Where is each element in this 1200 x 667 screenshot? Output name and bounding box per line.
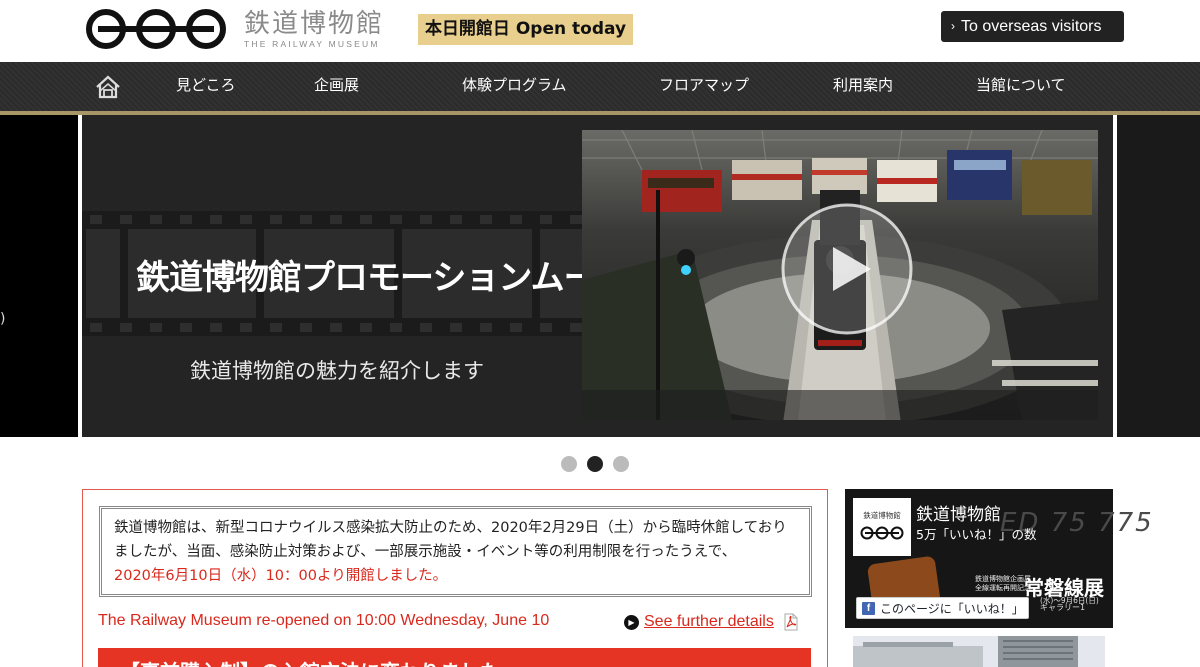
further-details-link[interactable]: ▶ See further details xyxy=(624,612,799,632)
facebook-profile-logo[interactable]: 鉄道博物館 xyxy=(853,498,911,556)
railway-museum-logo-icon xyxy=(860,526,904,540)
notice-japanese-text: 鉄道博物館は、新型コロナウイルス感染拡大防止のため、2020年2月29日（土）か… xyxy=(114,520,787,560)
facebook-like-button[interactable]: f このページに「いいね！」 xyxy=(856,597,1029,619)
slider-dot-1[interactable] xyxy=(561,456,577,472)
notice-reopen-date: 2020年6月10日（水）10：00より開館しました。 xyxy=(114,568,448,584)
building-thumbnail-image[interactable] xyxy=(853,636,1105,667)
facebook-logo-text: 鉄道博物館 xyxy=(863,511,901,520)
overseas-visitors-label: To overseas visitors xyxy=(961,18,1102,35)
previous-slide-text: ) xyxy=(0,311,6,327)
pdf-icon xyxy=(784,613,798,631)
arrow-right-icon: ▶ xyxy=(624,614,639,630)
exhibition-caption: 鉄道博物館企画展 全線運転再開記念 xyxy=(975,575,1031,592)
nav-item-about[interactable]: 当館について xyxy=(976,62,1066,111)
facebook-like-count: 5万「いいね！」の数 xyxy=(916,527,1037,542)
site-logo[interactable]: 鉄道博物館 THE RAILWAY MUSEUM xyxy=(82,6,392,52)
nav-item-exhibitions[interactable]: 企画展 xyxy=(314,62,359,111)
slider-dot-3[interactable] xyxy=(613,456,629,472)
slider-dot-2[interactable] xyxy=(587,456,603,472)
hero-slider: ) 鉄道博物館プロモーションムービー 鉄道博物館の魅力を紹介します xyxy=(0,115,1200,437)
nav-item-guide[interactable]: 利用案内 xyxy=(833,62,893,111)
overseas-visitors-button[interactable]: › To overseas visitors xyxy=(941,11,1124,42)
notice-text-box: 鉄道博物館は、新型コロナウイルス感染拡大防止のため、2020年2月29日（土）か… xyxy=(99,506,812,597)
nav-item-floor-map[interactable]: フロアマップ xyxy=(659,62,749,111)
gallery-label: ギャラリー1 xyxy=(1040,603,1086,612)
play-icon[interactable] xyxy=(777,199,917,339)
site-header: 鉄道博物館 THE RAILWAY MUSEUM 本日開館日 Open toda… xyxy=(0,0,1200,62)
further-details-label: See further details xyxy=(644,613,774,630)
advance-purchase-banner[interactable]: 【事前購入制】の入館方法に変わりました xyxy=(98,648,811,667)
railway-museum-logo-icon xyxy=(86,9,226,49)
promo-movie-subtitle: 鉄道博物館の魅力を紹介します xyxy=(190,359,484,383)
open-today-badge: 本日開館日 Open today xyxy=(418,14,633,45)
nav-item-highlights[interactable]: 見どころ xyxy=(176,62,236,111)
notice-english-text: The Railway Museum re-opened on 10:00 We… xyxy=(98,612,550,629)
facebook-like-label: このページに「いいね！」 xyxy=(880,601,1024,616)
nav-item-programs[interactable]: 体験プログラム xyxy=(462,62,567,111)
promo-movie-slide[interactable]: 鉄道博物館プロモーションムービー 鉄道博物館の魅力を紹介します xyxy=(82,115,1113,437)
logo-japanese-text: 鉄道博物館 xyxy=(244,8,385,39)
chevron-right-icon: › xyxy=(951,19,955,33)
home-icon[interactable] xyxy=(94,73,122,101)
logo-english-text: THE RAILWAY MUSEUM xyxy=(244,38,380,49)
facebook-page-title[interactable]: 鉄道博物館 xyxy=(916,500,1001,525)
facebook-icon: f xyxy=(862,601,875,615)
slider-dots xyxy=(560,456,632,472)
next-slide-peek[interactable] xyxy=(1117,115,1200,437)
previous-slide-peek[interactable]: ) xyxy=(0,115,78,437)
